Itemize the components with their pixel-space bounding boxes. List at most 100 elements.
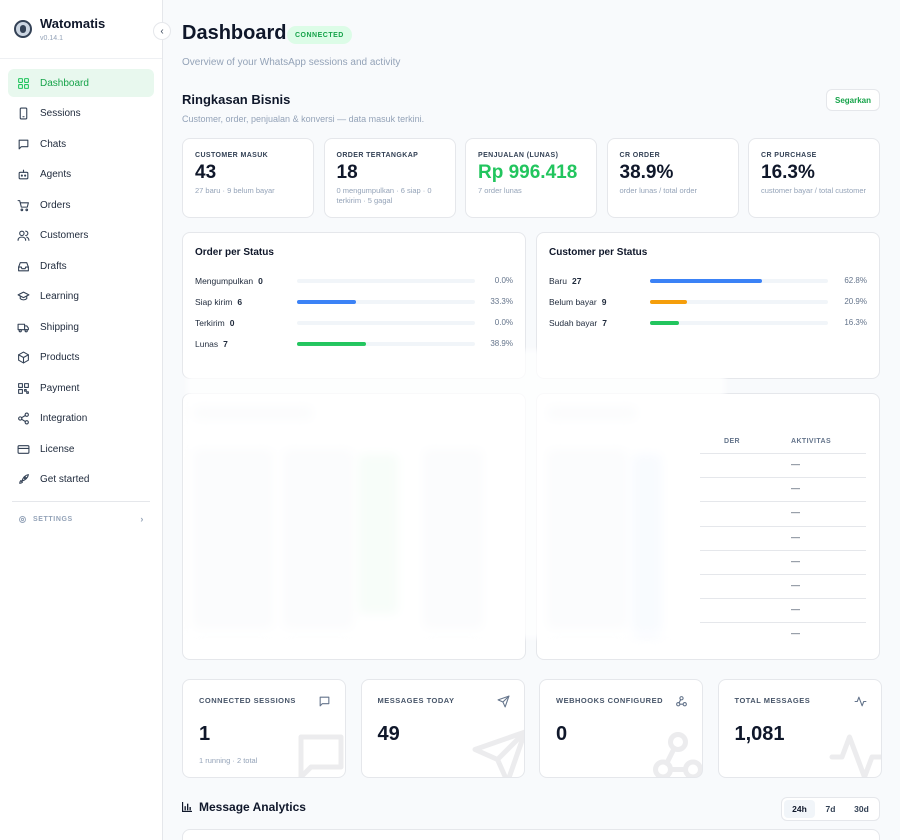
sidebar-item-learning[interactable]: Learning bbox=[8, 283, 154, 311]
sidebar-item-label: Learning bbox=[40, 291, 79, 302]
kpi-card: CR PURCHASE 16.3% customer bayar / total c… bbox=[748, 138, 880, 218]
table-row-divider bbox=[700, 598, 866, 600]
status-count: 7 bbox=[223, 338, 228, 349]
activity-icon bbox=[829, 734, 881, 777]
page-title: Dashboard bbox=[182, 22, 287, 44]
sidebar-item-label: Shipping bbox=[40, 321, 79, 333]
sidebar-item-payment[interactable]: Payment bbox=[8, 374, 154, 402]
box-icon bbox=[18, 351, 29, 364]
kpi-label: CR ORDER bbox=[619, 152, 661, 159]
stat-card: CONNECTED SESSIONS 1 1 running · 2 total bbox=[182, 679, 346, 778]
table-cell-activity: — bbox=[791, 580, 800, 590]
credit-card-icon bbox=[17, 444, 30, 454]
app-version: v0.14.1 bbox=[40, 35, 63, 42]
table-cell-activity: — bbox=[791, 531, 800, 542]
activity-icon bbox=[854, 696, 866, 707]
sidebar-item-products[interactable]: Products bbox=[8, 344, 154, 372]
table-cell-activity: — bbox=[791, 459, 800, 469]
sidebar-item-label: Products bbox=[40, 352, 80, 363]
range-button-7d[interactable]: 7d bbox=[815, 800, 846, 818]
blur-overlay bbox=[187, 350, 725, 638]
send-icon bbox=[497, 695, 509, 708]
range-button-24h[interactable]: 24h bbox=[784, 800, 815, 818]
stat-label: MESSAGES TODAY bbox=[377, 696, 455, 705]
collapse-sidebar-button[interactable]: ‹ bbox=[153, 22, 171, 40]
status-label: Sudah bayar bbox=[549, 317, 598, 328]
sidebar: Watomatis v0.14.1 Dashboard Sessions Chats… bbox=[0, 0, 163, 840]
sidebar-item-sessions[interactable]: Sessions bbox=[8, 100, 154, 128]
status-percent: 33.3% bbox=[490, 297, 513, 306]
sidebar-item-orders[interactable]: Orders bbox=[8, 191, 154, 219]
progress-fill bbox=[650, 278, 762, 283]
kpi-note: customer bayar / total customer bbox=[761, 186, 867, 195]
table-cell-activity: — bbox=[791, 507, 800, 518]
status-label: Mengumpulkan bbox=[195, 275, 254, 286]
status-row: Belum bayar 9 20.9% bbox=[549, 291, 867, 312]
chat-icon bbox=[18, 139, 29, 149]
table-header-activity: AKTIVITAS bbox=[791, 438, 832, 445]
cart-icon bbox=[17, 199, 29, 211]
status-count: 6 bbox=[237, 296, 243, 307]
status-row: Mengumpulkan 0 0.0% bbox=[195, 270, 513, 291]
kpi-note: 7 order lunas bbox=[478, 186, 522, 195]
gear-icon bbox=[19, 515, 26, 523]
table-cell-activity: — bbox=[791, 604, 800, 615]
users-icon bbox=[17, 230, 30, 241]
sidebar-item-shipping[interactable]: Shipping bbox=[8, 313, 154, 341]
brand[interactable]: Watomatis v0.14.1 bbox=[14, 16, 105, 42]
status-count: 0 bbox=[229, 317, 235, 328]
settings-toggle[interactable]: SETTINGS › bbox=[18, 514, 144, 524]
status-label: Lunas bbox=[195, 338, 219, 349]
time-range-selector: 24h 7d 30d bbox=[781, 797, 880, 821]
sidebar-item-label: Integration bbox=[40, 413, 88, 424]
stat-label: WEBHOOKS CONFIGURED bbox=[556, 696, 663, 705]
webhook-icon bbox=[653, 732, 702, 777]
sidebar-item-label: License bbox=[40, 443, 75, 455]
divider bbox=[0, 58, 162, 59]
sidebar-item-label: Payment bbox=[40, 382, 80, 394]
progress-fill bbox=[650, 299, 688, 304]
kpi-card: CR ORDER 38.9% order lunas / total order bbox=[606, 138, 739, 218]
card-title: Customer per Status bbox=[549, 247, 648, 258]
sidebar-item-integration[interactable]: Integration bbox=[8, 405, 154, 433]
kpi-card: PENJUALAN (LUNAS) Rp 996.418 7 order lunas bbox=[465, 138, 597, 218]
progress-track bbox=[297, 320, 475, 325]
status-label: Terkirim bbox=[195, 317, 225, 328]
table-row-divider bbox=[700, 574, 866, 575]
divider bbox=[12, 501, 150, 502]
status-row: Siap kirim 6 33.3% bbox=[195, 291, 513, 312]
kpi-card: CUSTOMER MASUK 43 27 baru · 9 belum bayar bbox=[182, 138, 314, 218]
kpi-label: CUSTOMER MASUK bbox=[195, 152, 269, 159]
kpi-value: Rp 996.418 bbox=[478, 162, 578, 183]
table-header-order: DER bbox=[724, 438, 740, 445]
sidebar-item-customers[interactable]: Customers bbox=[8, 222, 154, 250]
phone-icon bbox=[19, 107, 28, 120]
sidebar-item-agents[interactable]: Agents bbox=[8, 161, 154, 189]
sidebar-item-chats[interactable]: Chats bbox=[8, 130, 154, 158]
progress-fill bbox=[650, 320, 679, 325]
table-row-divider bbox=[700, 525, 866, 527]
sidebar-item-get-started[interactable]: Get started bbox=[8, 466, 154, 494]
table-row-divider bbox=[700, 453, 866, 454]
table-cell-activity: — bbox=[791, 483, 800, 494]
kpi-value: 43 bbox=[195, 162, 217, 183]
share-icon bbox=[18, 412, 29, 425]
stat-label: CONNECTED SESSIONS bbox=[199, 696, 296, 705]
refresh-button[interactable]: Segarkan bbox=[826, 89, 880, 111]
rocket-icon bbox=[19, 474, 29, 484]
chevron-right-icon: › bbox=[140, 514, 144, 524]
app-name: Watomatis bbox=[40, 16, 106, 31]
sidebar-item-drafts[interactable]: Drafts bbox=[8, 252, 154, 280]
progress-track bbox=[650, 278, 828, 283]
status-count: 0 bbox=[258, 275, 263, 286]
stat-card: WEBHOOKS CONFIGURED 0 bbox=[539, 679, 703, 778]
bar-chart-icon bbox=[182, 802, 192, 812]
message-square-icon bbox=[319, 696, 330, 707]
status-label: Baru bbox=[549, 275, 567, 286]
range-button-30d[interactable]: 30d bbox=[846, 800, 877, 818]
graduation-cap-icon bbox=[17, 291, 30, 301]
kpi-note: 0 mengumpulkan · 6 siap · 0 terkirim · 5… bbox=[336, 186, 432, 205]
sidebar-item-license[interactable]: License bbox=[8, 435, 154, 463]
sidebar-item-dashboard[interactable]: Dashboard bbox=[8, 69, 154, 97]
status-row: Baru 27 62.8% bbox=[549, 270, 867, 291]
